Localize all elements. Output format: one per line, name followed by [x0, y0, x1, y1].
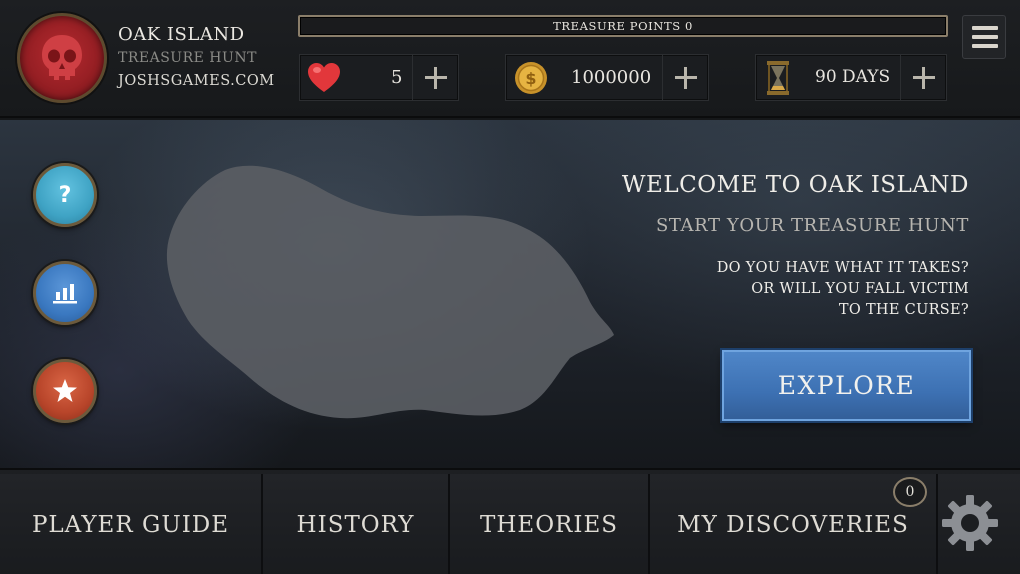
help-button[interactable]: ? — [33, 163, 97, 227]
hamburger-line — [972, 35, 998, 39]
intro-question: DO YOU HAVE WHAT IT TAKES? OR WILL YOU F… — [717, 258, 969, 321]
tab-theories[interactable]: THEORIES — [450, 474, 650, 574]
add-lives-button[interactable] — [412, 55, 458, 100]
website-label[interactable]: JOSHSGAMES.COM — [118, 73, 275, 89]
treasure-points-label: TREASURE POINTS 0 — [553, 19, 693, 33]
game-subtitle: TREASURE HUNT — [118, 50, 257, 66]
intro-question-line: TO THE CURSE? — [838, 302, 969, 318]
coin-icon: $ — [515, 62, 547, 94]
bar-chart-icon — [36, 264, 94, 322]
start-subheading: Start YOUR TREASURE HUNT — [655, 215, 969, 236]
explore-button[interactable]: EXPLORE — [722, 350, 971, 421]
top-bar: OAK ISLAND TREASURE HUNT JOSHSGAMES.COM … — [0, 0, 1020, 118]
coins-counter: $ 1000000 — [505, 54, 709, 101]
add-coins-button[interactable] — [662, 55, 708, 100]
gear-icon[interactable] — [939, 492, 1001, 554]
bottom-nav: PLAYER GUIDE HISTORY THEORIES MY DISCOVE… — [0, 468, 1020, 574]
avatar[interactable] — [17, 13, 107, 103]
menu-button[interactable] — [962, 15, 1006, 59]
star-icon — [36, 362, 94, 420]
question-icon: ? — [58, 182, 72, 208]
days-value: 90 DAYS — [815, 67, 891, 87]
skull-icon — [42, 35, 82, 80]
lives-counter: 5 — [299, 54, 459, 101]
welcome-heading: WELCOME TO OAK ISLAND — [621, 172, 969, 198]
add-days-button[interactable] — [900, 55, 946, 100]
favorites-button[interactable] — [33, 359, 97, 423]
stats-button[interactable] — [33, 261, 97, 325]
hamburger-menu-icon — [972, 26, 998, 30]
coins-value: 1000000 — [571, 67, 652, 88]
svg-text:$: $ — [525, 69, 536, 88]
heart-icon — [308, 63, 340, 92]
intro-question-line: OR WILL YOU FALL VICTIM — [751, 281, 969, 297]
days-counter: 90 DAYS — [755, 54, 947, 101]
lives-value: 5 — [391, 67, 403, 88]
tab-player-guide[interactable]: PLAYER GUIDE — [0, 474, 263, 574]
treasure-points-bar: TREASURE POINTS 0 — [298, 15, 948, 37]
tab-history[interactable]: HISTORY — [263, 474, 450, 574]
intro-question-line: DO YOU HAVE WHAT IT TAKES? — [716, 260, 969, 276]
hourglass-icon — [767, 61, 789, 95]
hamburger-line — [972, 44, 998, 48]
discoveries-count-badge: 0 — [893, 477, 927, 507]
main-panel: ? WELCOME TO OAK ISLAND Start YOUR TREAS… — [0, 120, 1020, 468]
game-title: OAK ISLAND — [118, 24, 245, 45]
